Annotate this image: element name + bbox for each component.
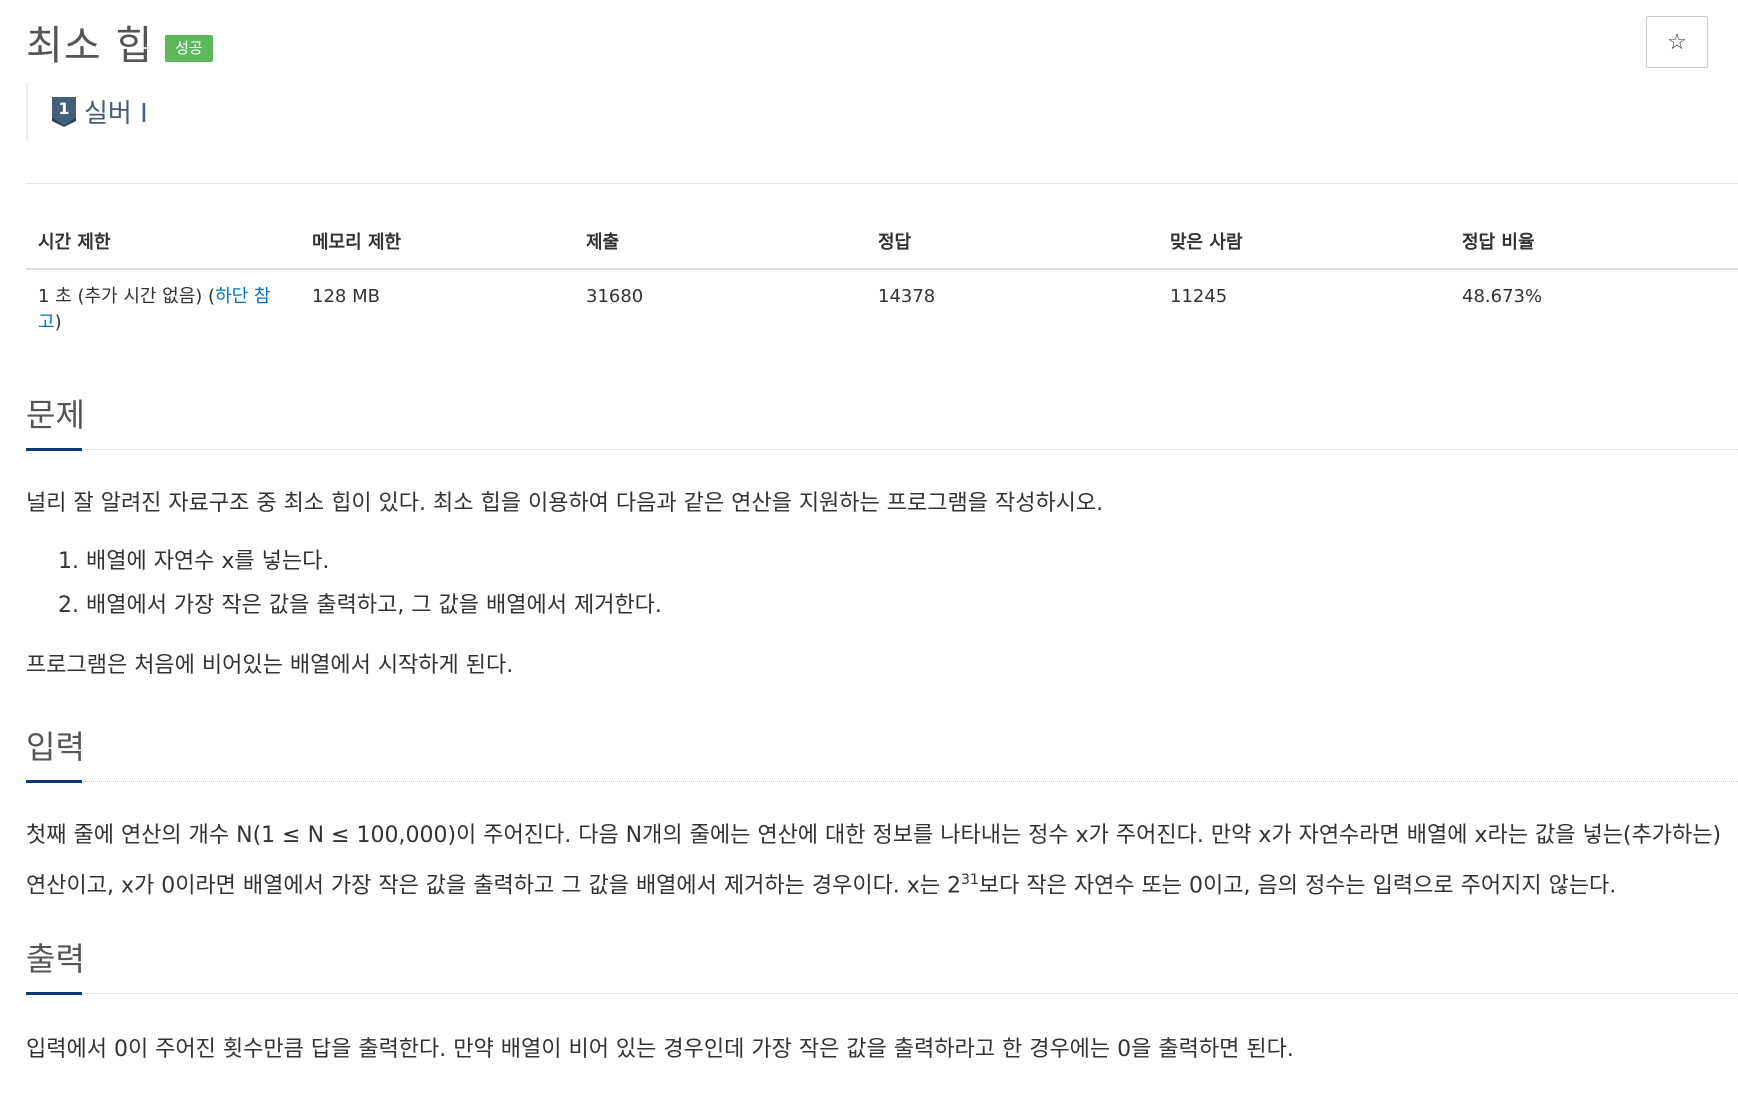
list-item: 1. 배열에 자연수 x를 넣는다. (58, 549, 330, 574)
solvers-cell: 11245 (1170, 286, 1228, 307)
memory-limit-cell: 128 MB (312, 286, 380, 307)
tier-label[interactable]: 실버 I (84, 93, 148, 130)
header-accepted: 정답 (866, 222, 1158, 270)
input-heading: 입력 (26, 722, 1738, 783)
time-limit-cell: 1 초 (추가 시간 없음) (하단 참고) (38, 286, 271, 333)
star-icon: ☆ (1667, 29, 1687, 54)
description-intro: 널리 잘 알려진 자료구조 중 최소 힙이 있다. 최소 힙을 이용하여 다음과… (26, 491, 1104, 516)
output-text: 입력에서 0이 주어진 횟수만큼 답을 출력한다. 만약 배열이 비어 있는 경… (26, 1037, 1294, 1062)
description-heading-text: 문제 (26, 396, 85, 434)
svg-text:1: 1 (58, 99, 69, 118)
output-heading-text: 출력 (26, 940, 85, 978)
list-item: 2. 배열에서 가장 작은 값을 출력하고, 그 값을 배열에서 제거한다. (58, 593, 662, 618)
divider (26, 183, 1738, 184)
header-submissions: 제출 (574, 222, 866, 270)
input-text-line1: 첫째 줄에 연산의 개수 N(1 ≤ N ≤ 100,000)이 주어진다. 다… (26, 823, 1722, 848)
status-badge: 성공 (165, 34, 213, 62)
submissions-cell: 31680 (586, 286, 644, 307)
ratio-cell: 48.673% (1462, 286, 1543, 307)
input-heading-text: 입력 (26, 728, 85, 766)
input-text-line2: 연산이고, x가 0이라면 배열에서 가장 작은 값을 출력하고 그 값을 배열… (26, 872, 1617, 899)
header-memory-limit: 메모리 제한 (300, 222, 574, 270)
header-solvers: 맞은 사람 (1158, 222, 1450, 270)
header-time-limit: 시간 제한 (26, 222, 300, 270)
header-ratio: 정답 비율 (1450, 222, 1738, 270)
tier-box: 1 실버 I (26, 82, 326, 140)
star-button[interactable]: ☆ (1646, 16, 1708, 68)
problem-page: 최소 힙 성공 ☆ 1 실버 I 시간 제한 메모리 제한 제출 정답 맞은 사… (26, 0, 1738, 1094)
title-row: 최소 힙 성공 (26, 14, 213, 70)
accepted-cell: 14378 (878, 286, 936, 307)
output-heading: 출력 (26, 934, 1738, 995)
problem-title: 최소 힙 (26, 23, 154, 69)
description-outro: 프로그램은 처음에 비어있는 배열에서 시작하게 된다. (26, 653, 514, 678)
problem-info-table: 시간 제한 메모리 제한 제출 정답 맞은 사람 정답 비율 1 초 (추가 시… (26, 222, 1738, 350)
info-header-row: 시간 제한 메모리 제한 제출 정답 맞은 사람 정답 비율 (26, 222, 1738, 270)
silver-tier-icon: 1 (52, 97, 76, 127)
description-heading: 문제 (26, 390, 1738, 451)
description-list: 1. 배열에 자연수 x를 넣는다. 2. 배열에서 가장 작은 값을 출력하고… (58, 540, 662, 628)
info-row: 1 초 (추가 시간 없음) (하단 참고) 128 MB 31680 1437… (26, 269, 1738, 350)
